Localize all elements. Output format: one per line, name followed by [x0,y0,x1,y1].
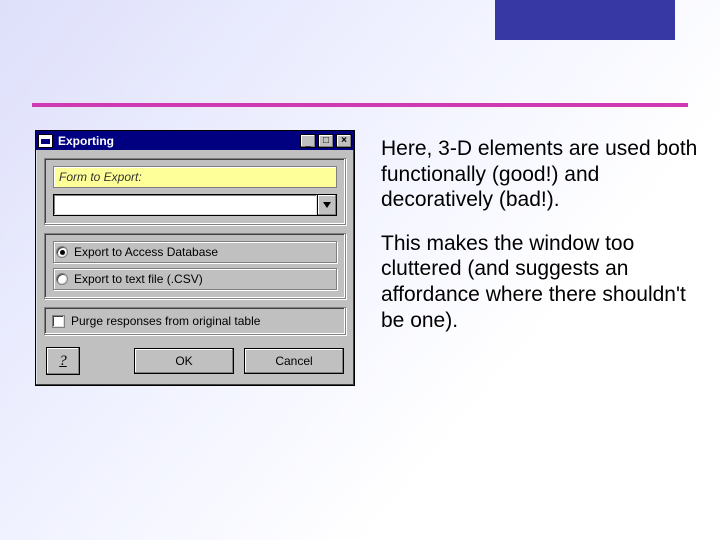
radio-icon [56,246,68,258]
checkbox-label: Purge responses from original table [71,314,260,328]
combo-field[interactable] [53,194,318,216]
form-select-group: Form to Export: [44,158,346,225]
exporting-dialog: Exporting _ □ × Form to Export: [35,130,355,386]
question-icon: ? [59,353,67,370]
radio-label: Export to text file (.CSV) [74,272,203,286]
radio-export-csv[interactable]: Export to text file (.CSV) [53,268,337,290]
commentary-paragraph-2: This makes the window too cluttered (and… [381,231,698,333]
combo-dropdown-button[interactable] [317,194,337,216]
purge-checkbox-row[interactable]: Purge responses from original table [51,313,339,329]
form-to-export-label: Form to Export: [53,166,337,188]
radio-icon [56,273,68,285]
window-controls: _ □ × [298,134,352,148]
cancel-button[interactable]: Cancel [244,348,344,374]
dialog-body: Form to Export: Export to Access Databas… [36,150,354,385]
window-title: Exporting [58,134,298,148]
system-menu-icon[interactable] [38,134,53,148]
maximize-button[interactable]: □ [318,134,334,148]
decorative-blue-block [495,0,675,40]
radio-label: Export to Access Database [74,245,218,259]
slide-content: Exporting _ □ × Form to Export: [35,130,698,386]
ok-button[interactable]: OK [134,348,234,374]
button-row: ? OK Cancel [44,343,346,377]
commentary-text: Here, 3-D elements are used both functio… [381,130,698,386]
radio-export-access[interactable]: Export to Access Database [53,241,337,263]
horizontal-rule [32,103,688,107]
export-options-group: Export to Access Database Export to text… [44,233,346,299]
help-button[interactable]: ? [46,347,80,375]
titlebar[interactable]: Exporting _ □ × [36,131,354,150]
chevron-down-icon [323,202,331,208]
close-button[interactable]: × [336,134,352,148]
checkbox-icon [52,315,65,328]
minimize-button[interactable]: _ [300,134,316,148]
purge-group: Purge responses from original table [44,307,346,335]
commentary-paragraph-1: Here, 3-D elements are used both functio… [381,136,698,213]
form-combobox[interactable] [53,194,337,216]
